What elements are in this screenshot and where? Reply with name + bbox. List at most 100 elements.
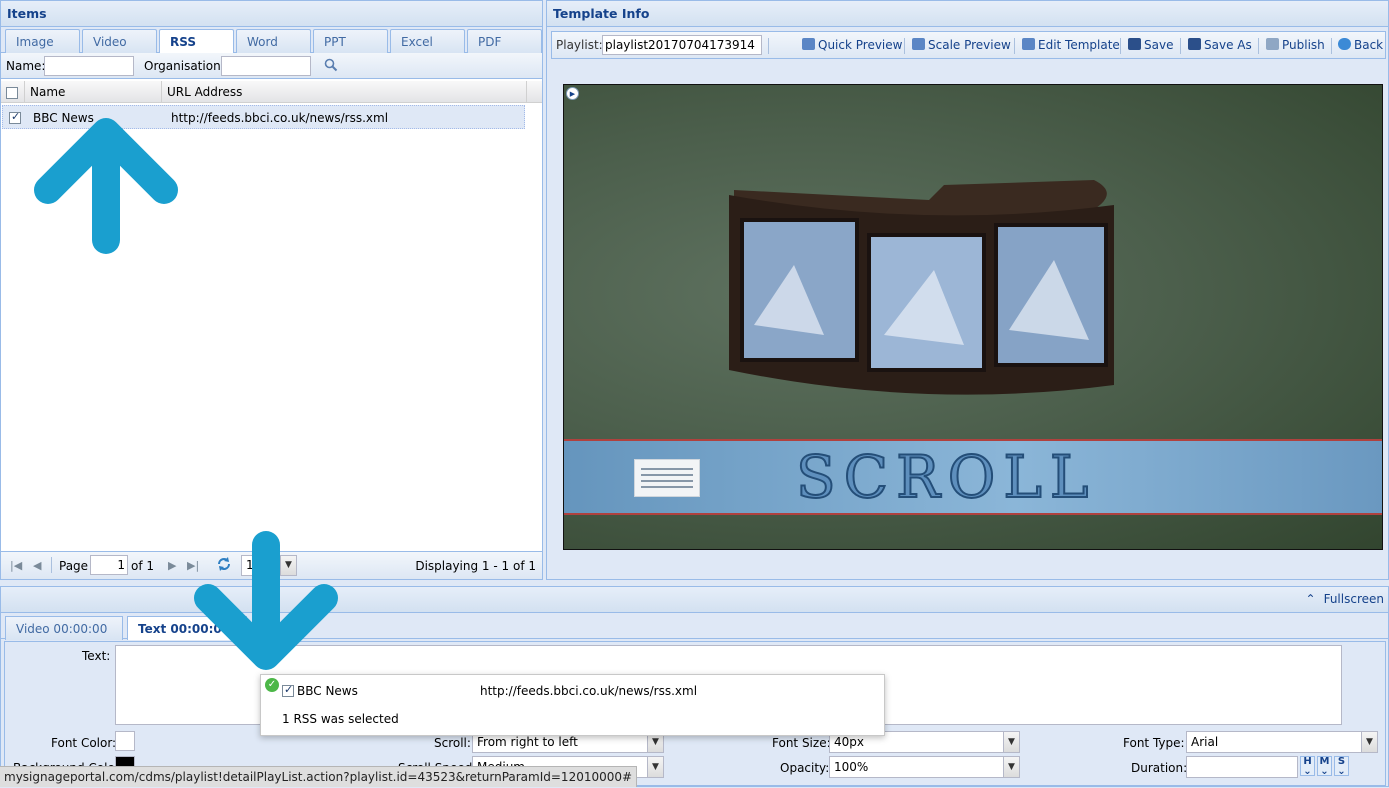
document-icon	[634, 459, 700, 497]
tab-pdf[interactable]: PDF	[467, 29, 542, 53]
back-button[interactable]: Back	[1338, 38, 1383, 52]
popup-row-checkbox[interactable]	[282, 683, 294, 697]
minutes-button[interactable]: M ⌄	[1317, 756, 1332, 777]
tab-video-timeline[interactable]: Video 00:00:00	[5, 616, 123, 640]
organisation-filter-input[interactable]	[221, 56, 311, 76]
play-icon[interactable]: ▶	[566, 87, 579, 100]
font-color-swatch[interactable]	[115, 731, 135, 751]
chevron-down-icon[interactable]: ▼	[1361, 732, 1377, 752]
popup-row-url: http://feeds.bbci.co.uk/news/rss.xml	[480, 684, 698, 698]
quick-preview-button[interactable]: Quick Preview	[802, 38, 902, 52]
scroll-direction-value: From right to left	[477, 735, 578, 749]
browser-status-url: mysignageportal.com/cdms/playlist!detail…	[0, 766, 638, 787]
row-checkbox[interactable]	[9, 110, 21, 124]
items-panel: Items Image Video RSS Word PPT Excel PDF…	[0, 0, 543, 580]
text-label: Text:	[82, 649, 111, 663]
page-label: Page	[59, 559, 89, 573]
tab-word[interactable]: Word	[236, 29, 311, 53]
playlist-name-input[interactable]	[602, 35, 762, 55]
toolbar-divider	[1014, 38, 1015, 54]
save-as-label: Save As	[1204, 38, 1252, 52]
grid-header: Name URL Address	[1, 81, 542, 103]
quick-preview-label: Quick Preview	[818, 38, 903, 52]
search-icon[interactable]	[323, 57, 339, 76]
fullscreen-button[interactable]: ⌃ Fullscreen	[1306, 592, 1384, 606]
popup-message: 1 RSS was selected	[282, 712, 399, 726]
name-filter-input[interactable]	[44, 56, 134, 76]
publish-button[interactable]: Publish	[1266, 38, 1325, 52]
template-info-title: Template Info	[547, 1, 1388, 27]
tab-image[interactable]: Image	[5, 29, 80, 53]
opacity-select[interactable]: 100% ▼	[829, 756, 1020, 778]
font-type-value: Arial	[1191, 735, 1219, 749]
hours-button[interactable]: H ⌄	[1300, 756, 1315, 777]
chevron-down-icon[interactable]: ▼	[1003, 732, 1019, 752]
prev-page-icon[interactable]: ◀	[33, 559, 41, 572]
next-page-icon[interactable]: ▶	[168, 559, 176, 572]
rss-selected-notification: ✓ BBC News http://feeds.bbci.co.uk/news/…	[260, 674, 885, 736]
font-color-label: Font Color:	[51, 736, 117, 750]
font-size-value: 40px	[834, 735, 864, 749]
toolbar-divider	[768, 38, 769, 54]
save-button[interactable]: Save	[1128, 38, 1173, 52]
film-icon	[802, 38, 815, 50]
collapse-up-icon: ⌃	[1305, 592, 1316, 606]
film-reel-image	[729, 180, 1114, 395]
save-label: Save	[1144, 38, 1174, 52]
scroll-text-region[interactable]: SCROLL	[564, 439, 1382, 515]
toolbar-divider	[1258, 38, 1259, 54]
font-type-select[interactable]: Arial ▼	[1186, 731, 1378, 753]
tab-excel[interactable]: Excel	[390, 29, 465, 53]
popup-row-name: BBC News	[297, 684, 358, 698]
name-filter-label: Name:	[6, 59, 46, 73]
filter-bar: Name: Organisation :	[1, 53, 542, 79]
tab-ppt[interactable]: PPT	[313, 29, 388, 53]
scroll-preview-text: SCROLL	[795, 442, 1097, 512]
opacity-value: 100%	[834, 760, 869, 774]
page-count: of 1	[131, 559, 155, 573]
organisation-filter-label: Organisation :	[144, 59, 229, 73]
publish-icon	[1266, 38, 1279, 50]
scale-preview-button[interactable]: Scale Preview	[912, 38, 1011, 52]
back-icon	[1338, 38, 1351, 50]
toolbar-divider	[904, 38, 905, 54]
chevron-down-icon[interactable]: ▼	[647, 757, 663, 777]
back-label: Back	[1354, 38, 1384, 52]
edit-icon	[1022, 38, 1035, 50]
arrow-up-annotation	[34, 118, 178, 254]
first-page-icon[interactable]: |◀	[10, 559, 22, 572]
film-icon	[912, 38, 925, 50]
edit-template-label: Edit Template	[1038, 38, 1120, 52]
tab-rss[interactable]: RSS	[159, 29, 234, 54]
column-url[interactable]: URL Address	[162, 81, 527, 103]
template-toolbar: Playlist: Quick Preview Scale Preview Ed…	[551, 31, 1386, 59]
tab-video[interactable]: Video	[82, 29, 157, 53]
toolbar-divider	[1120, 38, 1121, 54]
fullscreen-label: Fullscreen	[1323, 592, 1384, 606]
font-size-label: Font Size:	[772, 736, 831, 750]
save-as-button[interactable]: Save As	[1188, 38, 1252, 52]
seconds-button[interactable]: S ⌄	[1334, 756, 1349, 777]
minutes-label: M	[1319, 756, 1330, 767]
row-url: http://feeds.bbci.co.uk/news/rss.xml	[171, 111, 389, 125]
select-all-checkbox[interactable]	[6, 86, 18, 99]
scroll-label: Scroll:	[434, 736, 471, 750]
divider	[51, 557, 52, 573]
hours-label: H	[1303, 756, 1312, 767]
duration-label: Duration:	[1131, 761, 1188, 775]
opacity-label: Opacity:	[780, 761, 830, 775]
playlist-label: Playlist:	[556, 38, 603, 52]
floppy-icon	[1188, 38, 1201, 50]
edit-template-button[interactable]: Edit Template	[1022, 38, 1120, 52]
toolbar-divider	[1180, 38, 1181, 54]
select-all-column	[1, 81, 25, 103]
arrow-down-annotation	[194, 531, 338, 670]
items-tabbar: Image Video RSS Word PPT Excel PDF	[1, 27, 542, 54]
page-number-input[interactable]	[90, 555, 128, 575]
duration-input[interactable]	[1186, 756, 1298, 778]
chevron-down-icon[interactable]: ▼	[1003, 757, 1019, 777]
publish-label: Publish	[1282, 38, 1325, 52]
template-info-panel: Template Info Playlist: Quick Preview Sc…	[546, 0, 1389, 580]
success-check-icon: ✓	[265, 678, 279, 692]
column-name[interactable]: Name	[25, 81, 162, 103]
